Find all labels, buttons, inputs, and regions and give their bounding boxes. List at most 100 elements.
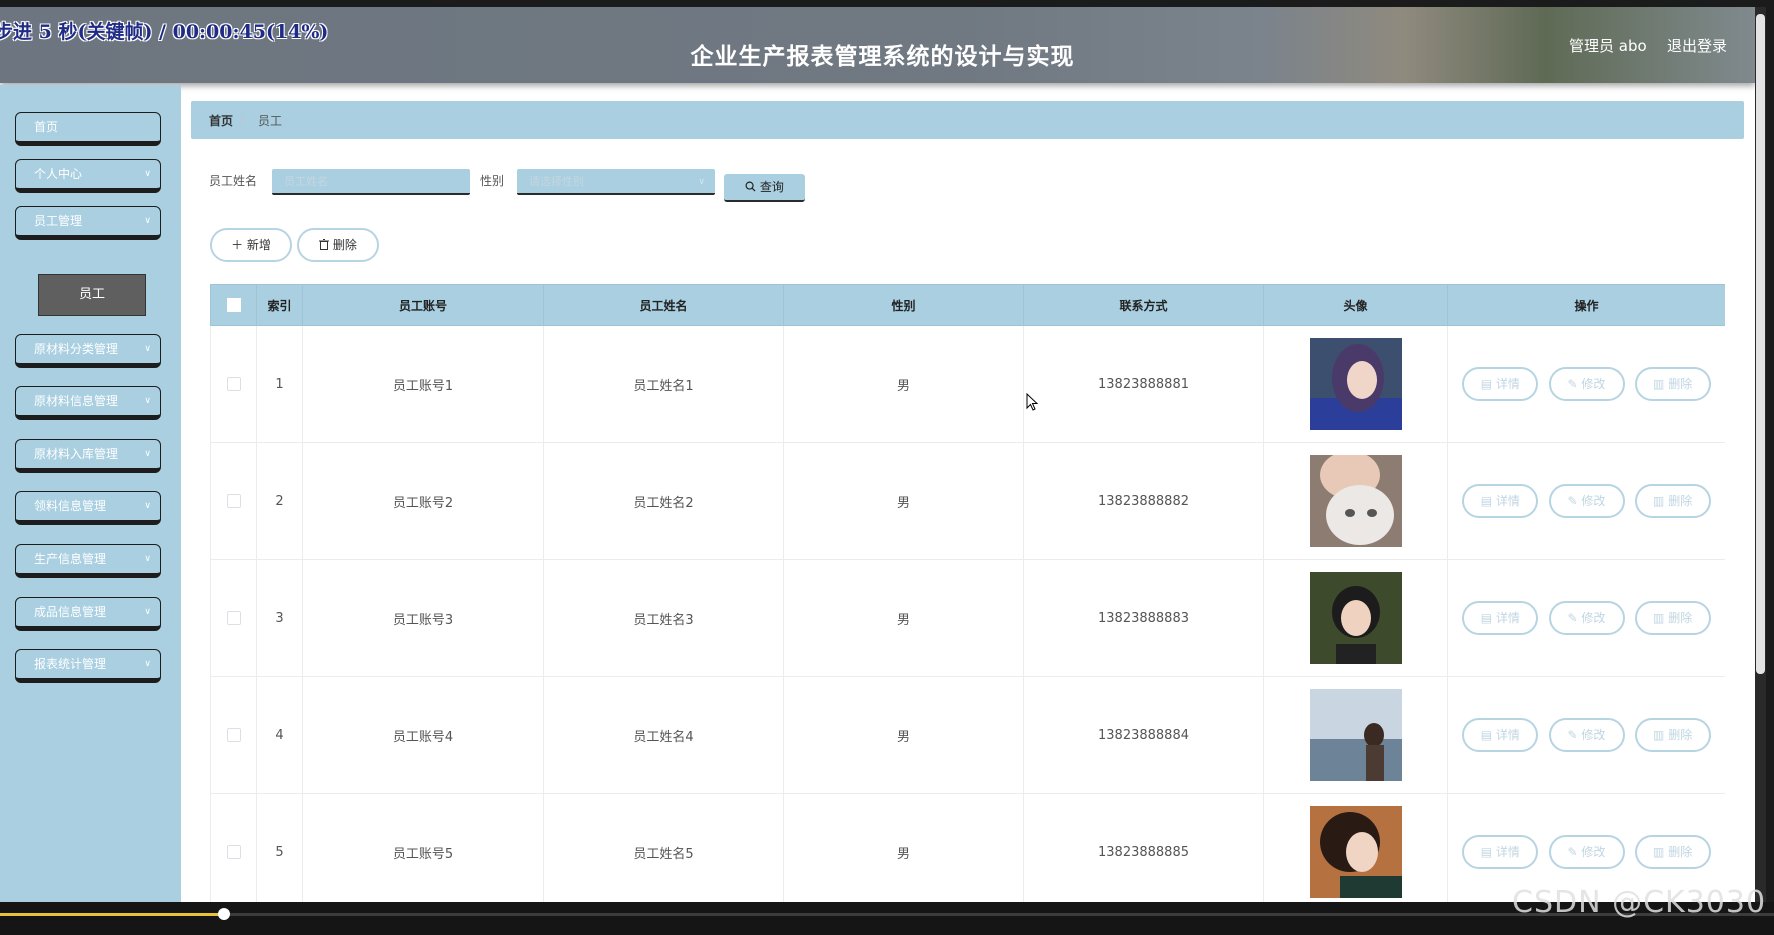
delete-button-label: 删除 [332, 238, 357, 252]
sidebar-item-report-statistics[interactable]: 报表统计管理 ∨ [15, 649, 161, 683]
detail-button[interactable]: ▤ 详情 [1462, 484, 1539, 518]
sidebar-subitem-employee[interactable]: 员工 [38, 274, 146, 316]
row-delete-button[interactable]: ▥ 删除 [1634, 601, 1711, 635]
cell-index: 1 [256, 325, 303, 443]
cell-actions: ▤ 详情 ✎ 修改 ▥ 删除 [1447, 676, 1725, 794]
sidebar-item-finished-product[interactable]: 成品信息管理 ∨ [15, 597, 161, 631]
sidebar-item-label: 原材料入库管理 [34, 447, 119, 461]
sidebar-item-material-info[interactable]: 原材料信息管理 ∨ [15, 386, 161, 420]
cell-phone: 13823888885 [1023, 793, 1264, 902]
document-icon: ▤ [1480, 377, 1496, 391]
chevron-down-icon: ∨ [144, 607, 151, 617]
row-checkbox[interactable] [226, 845, 241, 859]
cell-gender: 男 [783, 793, 1024, 902]
query-button[interactable]: 查询 [724, 174, 805, 202]
video-progress-handle[interactable] [218, 908, 230, 920]
edit-button[interactable]: ✎ 修改 [1548, 367, 1625, 401]
mouse-cursor-icon [1026, 393, 1039, 411]
sidebar-item-home[interactable]: 首页 [15, 112, 161, 146]
trash-icon: ▥ [1653, 728, 1669, 742]
cell-phone: 13823888883 [1023, 559, 1264, 677]
trash-icon: ▥ [1653, 377, 1669, 391]
detail-button-label: 详情 [1495, 494, 1520, 508]
employee-name-input[interactable]: 员工姓名 [272, 169, 470, 195]
select-all-cell[interactable] [210, 284, 257, 326]
cell-gender: 男 [783, 676, 1024, 794]
row-delete-button[interactable]: ▥ 删除 [1634, 367, 1711, 401]
cell-name: 员工姓名5 [543, 793, 784, 902]
trash-icon: ▥ [1653, 845, 1669, 859]
video-progress-fill [0, 913, 224, 916]
row-delete-button[interactable]: ▥ 删除 [1634, 835, 1711, 869]
row-checkbox[interactable] [226, 494, 241, 508]
search-icon [745, 180, 760, 194]
column-header-gender: 性别 [783, 284, 1024, 326]
chevron-down-icon: ∨ [144, 396, 151, 406]
pencil-icon: ✎ [1567, 728, 1582, 742]
detail-button[interactable]: ▤ 详情 [1462, 718, 1539, 752]
sidebar-item-label: 报表统计管理 [34, 657, 107, 671]
sidebar-item-label: 原材料分类管理 [34, 342, 119, 356]
edit-button-label: 修改 [1581, 728, 1606, 742]
column-header-account: 员工账号 [302, 284, 544, 326]
delete-button-label: 删除 [1668, 845, 1693, 859]
edit-button[interactable]: ✎ 修改 [1548, 484, 1625, 518]
gender-select-placeholder: 请选择性别 [529, 175, 584, 188]
video-progress-track[interactable] [0, 913, 1774, 916]
detail-button[interactable]: ▤ 详情 [1462, 367, 1539, 401]
add-button[interactable]: ＋ 新增 [210, 228, 292, 262]
detail-button-label: 详情 [1495, 377, 1520, 391]
document-icon: ▤ [1480, 611, 1496, 625]
sidebar-item-material-category[interactable]: 原材料分类管理 ∨ [15, 334, 161, 368]
trash-icon [319, 238, 333, 252]
cell-phone: 13823888882 [1023, 442, 1264, 560]
cell-name: 员工姓名4 [543, 676, 784, 794]
edit-button[interactable]: ✎ 修改 [1548, 835, 1625, 869]
cell-name: 员工姓名3 [543, 559, 784, 677]
pencil-icon: ✎ [1567, 611, 1582, 625]
trash-icon: ▥ [1653, 611, 1669, 625]
row-checkbox[interactable] [226, 377, 241, 391]
table-row: 3 员工账号3 员工姓名3 男 13823888883 ▤ 详情 ✎ 修改 ▥ … [210, 559, 1725, 677]
edit-button[interactable]: ✎ 修改 [1548, 718, 1625, 752]
gender-select[interactable]: 请选择性别 ∨ [517, 169, 715, 195]
delete-button-label: 删除 [1668, 377, 1693, 391]
avatar [1309, 455, 1402, 547]
sidebar-item-personal-center[interactable]: 个人中心 ∨ [15, 159, 161, 193]
app-window: 企业生产报表管理系统的设计与实现 管理员 abo 退出登录 首页 个人中心 ∨ … [0, 7, 1755, 902]
row-checkbox[interactable] [226, 728, 241, 742]
sidebar-item-label: 首页 [34, 120, 59, 134]
logout-link[interactable]: 退出登录 [1667, 35, 1727, 56]
detail-button-label: 详情 [1495, 728, 1520, 742]
breadcrumb-home[interactable]: 首页 [209, 112, 233, 129]
cell-index: 2 [256, 442, 303, 560]
column-header-actions: 操作 [1447, 284, 1725, 326]
row-delete-button[interactable]: ▥ 删除 [1634, 484, 1711, 518]
cell-account: 员工账号3 [302, 559, 544, 677]
sidebar-item-label: 生产信息管理 [34, 552, 107, 566]
cell-account: 员工账号4 [302, 676, 544, 794]
sidebar-item-label: 个人中心 [34, 167, 83, 181]
cell-index: 5 [256, 793, 303, 902]
sidebar-item-employee-management[interactable]: 员工管理 ∨ [15, 206, 161, 240]
column-header-avatar: 头像 [1263, 284, 1448, 326]
select-all-checkbox[interactable] [226, 298, 241, 313]
detail-button[interactable]: ▤ 详情 [1462, 601, 1539, 635]
chevron-down-icon: ∨ [144, 169, 151, 179]
chevron-down-icon: ∨ [144, 449, 151, 459]
sidebar-item-material-inbound[interactable]: 原材料入库管理 ∨ [15, 439, 161, 473]
page-scrollbar-thumb[interactable] [1756, 14, 1765, 674]
detail-button[interactable]: ▤ 详情 [1462, 835, 1539, 869]
table-row: 4 员工账号4 员工姓名4 男 13823888884 ▤ 详情 ✎ 修改 ▥ … [210, 676, 1725, 794]
batch-delete-button[interactable]: 删除 [297, 228, 379, 262]
avatar [1309, 806, 1402, 898]
edit-button-label: 修改 [1581, 845, 1606, 859]
row-checkbox[interactable] [226, 611, 241, 625]
sidebar-item-production-info[interactable]: 生产信息管理 ∨ [15, 544, 161, 578]
edit-button[interactable]: ✎ 修改 [1548, 601, 1625, 635]
sidebar-item-requisition-info[interactable]: 领料信息管理 ∨ [15, 491, 161, 525]
document-icon: ▤ [1480, 728, 1496, 742]
player-seek-overlay: 步进 5 秒(关键帧) / 00:00:45(14%) [0, 21, 329, 43]
row-delete-button[interactable]: ▥ 删除 [1634, 718, 1711, 752]
cell-account: 员工账号1 [302, 325, 544, 443]
